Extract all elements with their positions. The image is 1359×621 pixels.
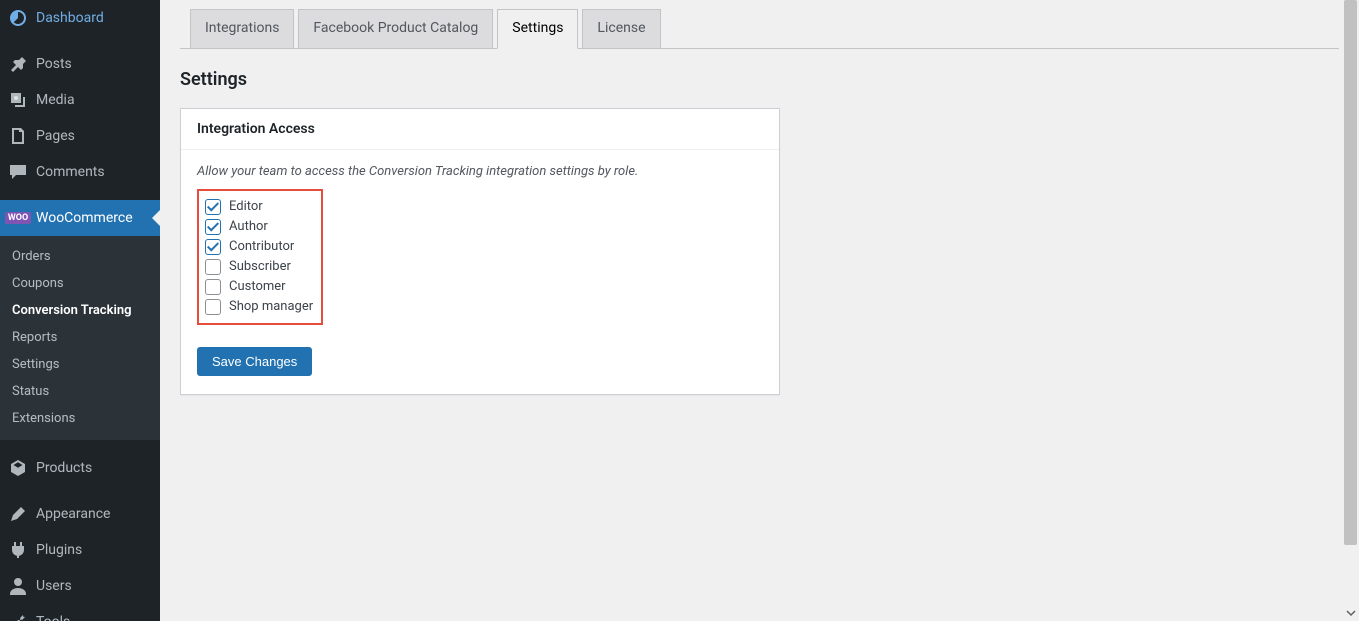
scrollbar-track[interactable] bbox=[1342, 0, 1359, 621]
panel-description: Allow your team to access the Conversion… bbox=[197, 164, 763, 179]
woocommerce-submenu: Orders Coupons Conversion Tracking Repor… bbox=[0, 236, 160, 440]
save-changes-button[interactable]: Save Changes bbox=[197, 347, 312, 376]
sidebar-item-woocommerce[interactable]: WOO WooCommerce bbox=[0, 200, 160, 236]
admin-sidebar: Dashboard Posts Media Pages Comments WOO… bbox=[0, 0, 160, 621]
sidebar-item-pages[interactable]: Pages bbox=[0, 118, 160, 154]
sidebar-item-plugins[interactable]: Plugins bbox=[0, 532, 160, 568]
panel-title: Integration Access bbox=[197, 121, 763, 137]
media-icon bbox=[8, 90, 28, 110]
sidebar-item-products[interactable]: Products bbox=[0, 450, 160, 486]
role-label: Customer bbox=[229, 279, 286, 294]
sidebar-item-users[interactable]: Users bbox=[0, 568, 160, 604]
sidebar-item-label: Comments bbox=[36, 164, 105, 180]
sidebar-item-label: Posts bbox=[36, 56, 72, 72]
woocommerce-icon: WOO bbox=[8, 208, 28, 228]
submenu-item-reports[interactable]: Reports bbox=[0, 324, 160, 351]
tab-license[interactable]: License bbox=[582, 9, 660, 49]
tab-integrations[interactable]: Integrations bbox=[190, 9, 294, 49]
scrollbar-thumb[interactable] bbox=[1344, 0, 1357, 545]
panel-body: Allow your team to access the Conversion… bbox=[181, 150, 779, 394]
role-label: Editor bbox=[229, 199, 263, 214]
sidebar-item-appearance[interactable]: Appearance bbox=[0, 496, 160, 532]
role-checkbox-contributor[interactable] bbox=[205, 239, 221, 255]
appearance-icon bbox=[8, 504, 28, 524]
tabs-nav-wrap: Integrations Facebook Product Catalog Se… bbox=[180, 0, 1339, 49]
tabs-nav: Integrations Facebook Product Catalog Se… bbox=[180, 9, 1339, 49]
sidebar-item-label: Pages bbox=[36, 128, 75, 144]
role-row-author[interactable]: Author bbox=[205, 217, 313, 237]
sidebar-item-label: WooCommerce bbox=[36, 210, 133, 226]
role-label: Contributor bbox=[229, 239, 294, 254]
submenu-item-coupons[interactable]: Coupons bbox=[0, 270, 160, 297]
role-label: Shop manager bbox=[229, 299, 313, 314]
tools-icon bbox=[8, 612, 28, 621]
sidebar-item-label: Appearance bbox=[36, 506, 110, 522]
page-title: Settings bbox=[180, 69, 1339, 90]
roles-highlight-box: Editor Author Contributor Subscriber Cus… bbox=[197, 189, 323, 325]
role-checkbox-shop-manager[interactable] bbox=[205, 299, 221, 315]
comments-icon bbox=[8, 162, 28, 182]
main-content: Integrations Facebook Product Catalog Se… bbox=[160, 0, 1359, 621]
role-row-shop-manager[interactable]: Shop manager bbox=[205, 297, 313, 317]
submenu-item-extensions[interactable]: Extensions bbox=[0, 405, 160, 432]
sidebar-item-tools[interactable]: Tools bbox=[0, 604, 160, 621]
role-checkbox-customer[interactable] bbox=[205, 279, 221, 295]
submenu-item-status[interactable]: Status bbox=[0, 378, 160, 405]
role-label: Subscriber bbox=[229, 259, 291, 274]
sidebar-item-label: Users bbox=[36, 578, 72, 594]
sidebar-item-media[interactable]: Media bbox=[0, 82, 160, 118]
submenu-item-settings[interactable]: Settings bbox=[0, 351, 160, 378]
pages-icon bbox=[8, 126, 28, 146]
scroll-down-icon[interactable] bbox=[1342, 604, 1359, 621]
role-row-customer[interactable]: Customer bbox=[205, 277, 313, 297]
role-checkbox-editor[interactable] bbox=[205, 199, 221, 215]
sidebar-item-label: Dashboard bbox=[36, 10, 104, 26]
panel-header: Integration Access bbox=[181, 109, 779, 150]
pin-icon bbox=[8, 54, 28, 74]
tab-settings[interactable]: Settings bbox=[497, 9, 578, 49]
users-icon bbox=[8, 576, 28, 596]
sidebar-item-label: Plugins bbox=[36, 542, 82, 558]
sidebar-item-label: Tools bbox=[36, 614, 70, 621]
sidebar-item-label: Media bbox=[36, 92, 75, 108]
role-row-subscriber[interactable]: Subscriber bbox=[205, 257, 313, 277]
sidebar-item-label: Products bbox=[36, 460, 92, 476]
submenu-item-orders[interactable]: Orders bbox=[0, 243, 160, 270]
sidebar-item-dashboard[interactable]: Dashboard bbox=[0, 0, 160, 36]
role-checkbox-author[interactable] bbox=[205, 219, 221, 235]
integration-access-panel: Integration Access Allow your team to ac… bbox=[180, 108, 780, 395]
role-checkbox-subscriber[interactable] bbox=[205, 259, 221, 275]
dashboard-icon bbox=[8, 8, 28, 28]
tab-facebook-product-catalog[interactable]: Facebook Product Catalog bbox=[298, 9, 493, 49]
plugins-icon bbox=[8, 540, 28, 560]
products-icon bbox=[8, 458, 28, 478]
submenu-item-conversion-tracking[interactable]: Conversion Tracking bbox=[0, 297, 160, 324]
role-label: Author bbox=[229, 219, 268, 234]
role-row-editor[interactable]: Editor bbox=[205, 197, 313, 217]
sidebar-item-posts[interactable]: Posts bbox=[0, 46, 160, 82]
sidebar-item-comments[interactable]: Comments bbox=[0, 154, 160, 190]
role-row-contributor[interactable]: Contributor bbox=[205, 237, 313, 257]
